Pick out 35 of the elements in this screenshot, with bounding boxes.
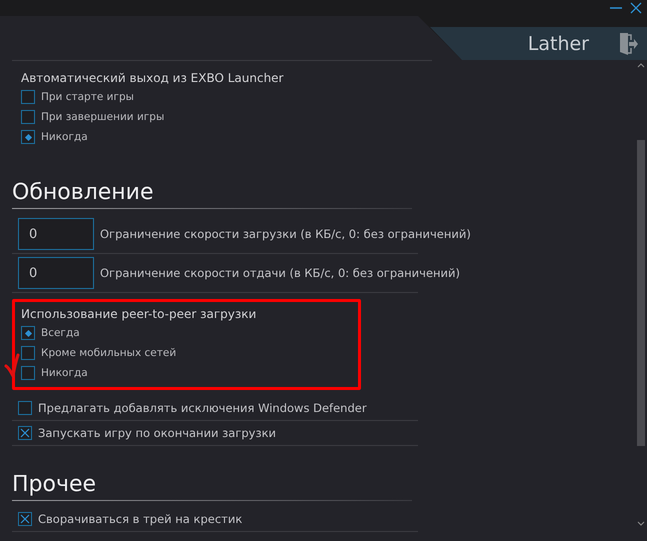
account-name: Lather: [528, 32, 589, 54]
scrollbar-thumb[interactable]: [637, 140, 645, 446]
radio-option[interactable]: [21, 110, 35, 124]
number-field[interactable]: 0: [18, 218, 94, 250]
option-label: Никогда: [41, 131, 88, 143]
radio-option[interactable]: [21, 346, 35, 360]
close-icon: [630, 2, 642, 14]
checkbox[interactable]: [18, 426, 32, 440]
checkbox[interactable]: [18, 401, 32, 415]
radio-option[interactable]: [21, 326, 35, 340]
option-label: При завершении игры: [41, 111, 164, 123]
radio-option[interactable]: [21, 130, 35, 144]
group-title: Использование peer-to-peer загрузки: [21, 306, 258, 323]
option-label: При старте игры: [41, 91, 134, 103]
scroll-up-icon[interactable]: [637, 62, 645, 68]
group-title: Автоматический выход из EXBO Launcher: [21, 70, 284, 87]
exit-icon[interactable]: [619, 32, 639, 56]
close-button[interactable]: [629, 1, 643, 15]
scroll-down-icon[interactable]: [637, 521, 645, 527]
checkbox[interactable]: [18, 512, 32, 526]
option-label: Кроме мобильных сетей: [41, 347, 176, 359]
checkbox-label: Сворачиваться в трей на крестик: [38, 512, 242, 526]
radio-option[interactable]: [21, 90, 35, 104]
radio-option[interactable]: [21, 366, 35, 380]
checkmark-drawing: [4, 352, 20, 378]
checkbox-label: Запускать игру по окончании загрузки: [38, 426, 276, 440]
minimize-icon: [610, 7, 622, 9]
checkbox-label: Предлагать добавлять исключения Windows Defender: [38, 401, 367, 415]
number-field[interactable]: 0: [18, 257, 94, 289]
field-label: Ограничение скорости отдачи (в КБ/с, 0: без ограничений): [100, 266, 460, 280]
option-label: Никогда: [41, 367, 88, 379]
option-label: Всегда: [41, 327, 80, 339]
section-heading: Прочее: [12, 471, 98, 499]
field-label: Ограничение скорости загрузки (в КБ/с, 0: без ограничений): [100, 227, 471, 241]
section-heading: Обновление: [12, 179, 155, 207]
